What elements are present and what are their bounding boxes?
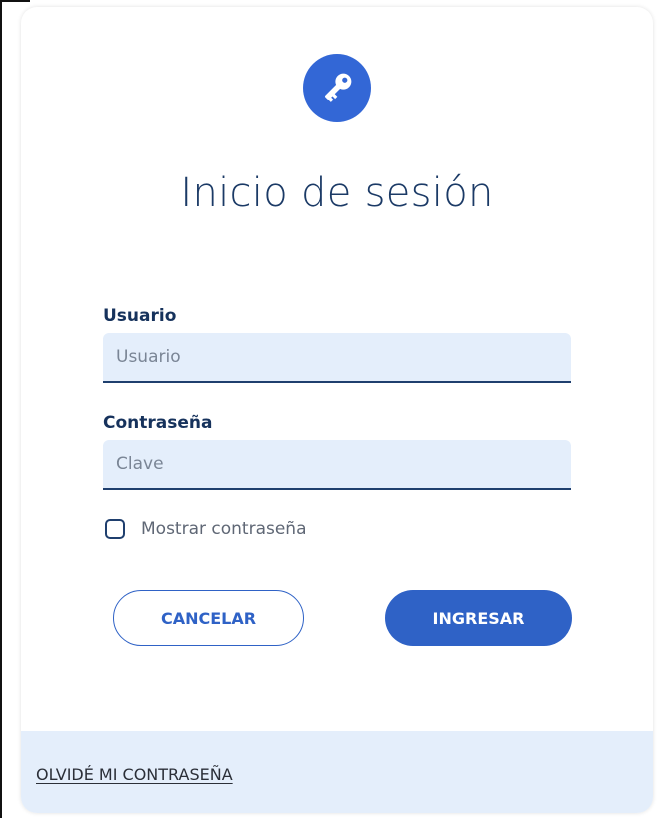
window-frame-left	[0, 0, 2, 818]
show-password-checkbox[interactable]	[105, 519, 125, 539]
page-title: Inicio de sesión	[180, 170, 494, 216]
show-password-label[interactable]: Mostrar contraseña	[141, 519, 307, 539]
card-footer: OLVIDÉ MI CONTRASEÑA	[21, 731, 653, 813]
key-badge	[303, 54, 371, 122]
login-button[interactable]: INGRESAR	[385, 590, 572, 646]
username-input[interactable]	[103, 333, 571, 383]
username-label: Usuario	[103, 306, 177, 326]
login-card: Inicio de sesión Usuario Contraseña Most…	[21, 7, 653, 813]
password-label: Contraseña	[103, 413, 213, 433]
show-password-row[interactable]: Mostrar contraseña	[105, 519, 307, 539]
window-frame-top	[0, 0, 30, 2]
cancel-button[interactable]: CANCELAR	[113, 590, 304, 646]
password-input[interactable]	[103, 440, 571, 490]
key-icon	[325, 73, 352, 102]
forgot-password-link[interactable]: OLVIDÉ MI CONTRASEÑA	[36, 765, 233, 784]
